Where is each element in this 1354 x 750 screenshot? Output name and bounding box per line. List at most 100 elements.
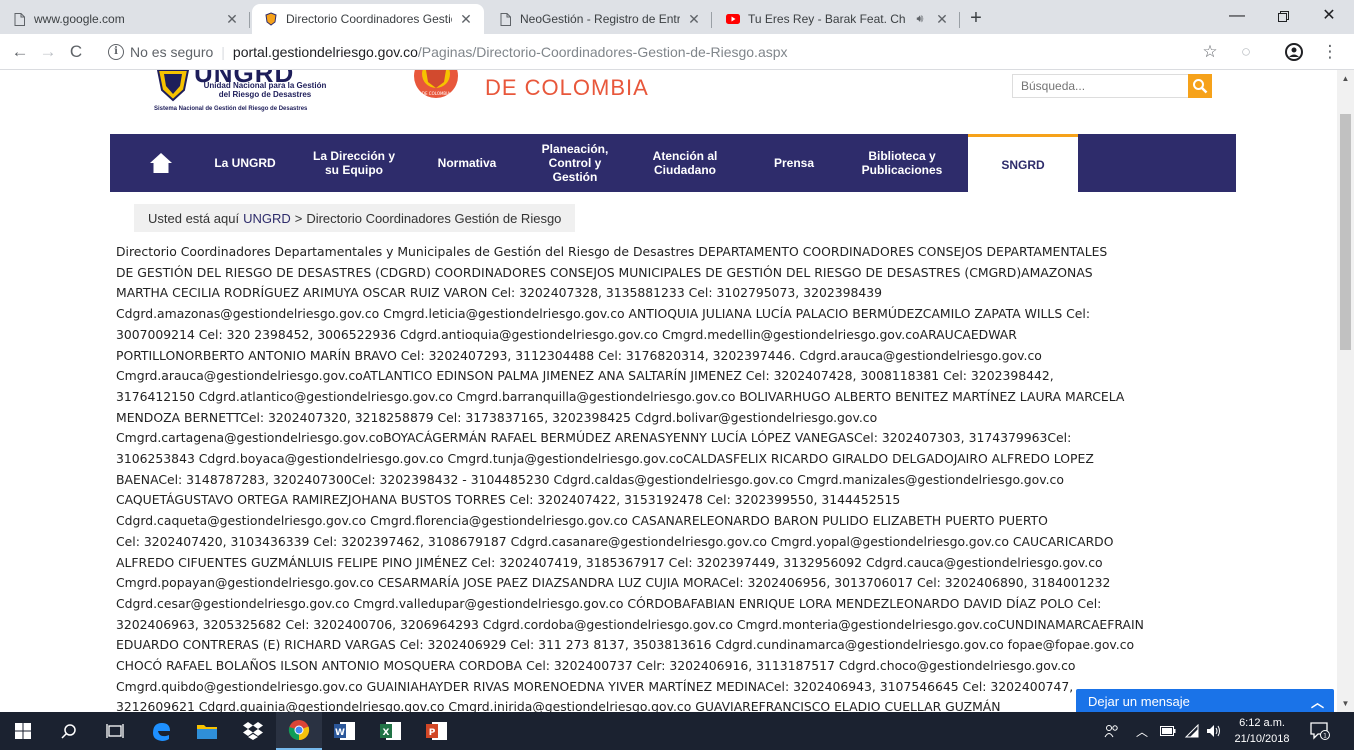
directory-text-line: CHOCÓ RAFAEL BOLAÑOS ILSON ANTONIO MOSQU…: [116, 658, 1076, 674]
search-input[interactable]: [1012, 74, 1188, 98]
browser-tab-bar: www.google.com ✕ Directorio Coordinadore…: [0, 0, 1354, 34]
search-button[interactable]: [1188, 74, 1212, 98]
directory-text-line: 3106253843 Cdgrd.boyaca@gestiondelriesgo…: [116, 451, 1094, 467]
tab-youtube[interactable]: Tu Eres Rey - Barak Feat. Chr 🔊︎ ✕: [714, 4, 960, 34]
new-tab-button[interactable]: +: [962, 4, 990, 32]
close-window-icon[interactable]: ✕: [1306, 0, 1352, 34]
chevron-up-icon[interactable]: ︿: [1311, 692, 1324, 711]
url-host: portal.gestiondelriesgo.gov.co: [232, 44, 418, 60]
nav-item-atencion[interactable]: Atención al Ciudadano: [650, 134, 720, 192]
minimize-icon[interactable]: —: [1214, 0, 1260, 34]
nav-item-la-ungrd[interactable]: La UNGRD: [206, 134, 284, 192]
close-tab-icon[interactable]: ✕: [686, 11, 702, 28]
gobierno-logo-text: DE COLOMBIA: [485, 75, 649, 100]
dropbox-icon[interactable]: [230, 712, 276, 750]
nav-item-direccion[interactable]: La Dirección y su Equipo: [310, 134, 398, 192]
close-tab-icon[interactable]: ✕: [458, 11, 474, 28]
svg-text:P: P: [429, 728, 436, 738]
url-path: /Paginas/Directorio-Coordinadores-Gestio…: [417, 44, 788, 60]
wifi-icon[interactable]: [1184, 712, 1200, 750]
scroll-up-icon[interactable]: ▲: [1337, 70, 1354, 87]
nav-item-sngrd[interactable]: SNGRD: [968, 134, 1078, 192]
address-bar[interactable]: i No es seguro | portal.gestiondelriesgo…: [108, 37, 1218, 67]
directory-text-line: Cmgrd.arauca@gestiondelriesgo.gov.coATLA…: [116, 368, 1054, 384]
close-tab-icon[interactable]: ✕: [934, 11, 950, 28]
page-scrollbar[interactable]: ▲ ▼: [1337, 70, 1354, 712]
site-search: [1012, 74, 1212, 98]
breadcrumb-prefix: Usted está aquí: [148, 210, 240, 226]
powerpoint-icon[interactable]: P: [414, 712, 460, 750]
browser-toolbar: ← → C i No es seguro | portal.gestiondel…: [0, 34, 1354, 70]
security-label: No es seguro: [130, 44, 214, 60]
back-icon[interactable]: ←: [8, 40, 32, 64]
directory-text-line: Cel: 3202407420, 3103436339 Cel: 3202397…: [116, 533, 1114, 549]
restore-icon[interactable]: [1260, 0, 1306, 34]
youtube-icon: [726, 12, 740, 26]
directory-text-line: Cmgrd.cartagena@gestiondelriesgo.gov.coB…: [116, 430, 1072, 446]
home-button[interactable]: [132, 134, 190, 192]
breadcrumb: Usted está aquí UNGRD > Directorio Coord…: [134, 204, 576, 232]
seal-text: DE COLOMBIA: [422, 91, 450, 96]
breadcrumb-link-ungrd[interactable]: UNGRD: [243, 211, 291, 226]
tab-directorio[interactable]: Directorio Coordinadores Gestión ✕: [252, 4, 484, 34]
page-viewport: UNGRD Unidad Nacional para la Gestión del…: [0, 70, 1337, 712]
ungrd-emblem: [156, 70, 190, 102]
directory-text-line: Directorio Coordinadores Departamentales…: [116, 244, 1108, 259]
close-tab-icon[interactable]: ✕: [224, 11, 240, 28]
ungrd-logo[interactable]: UNGRD Unidad Nacional para la Gestión del…: [154, 70, 334, 118]
svg-text:W: W: [335, 728, 345, 738]
show-hidden-icons[interactable]: ︿: [1136, 712, 1148, 750]
system-clock[interactable]: 6:12 a.m. 21/10/2018: [1232, 715, 1292, 747]
directory-text-line: Cdgrd.caqueta@gestiondelriesgo.gov.co Cm…: [116, 513, 1048, 529]
directory-text-line: Cdgrd.cesar@gestiondelriesgo.gov.co Cmgr…: [116, 595, 1102, 611]
edge-icon[interactable]: [138, 712, 184, 750]
tab-title: NeoGestión - Registro de Entrad: [520, 12, 680, 26]
volume-icon[interactable]: [1206, 712, 1222, 750]
audio-icon[interactable]: 🔊︎: [912, 13, 928, 26]
forward-icon[interactable]: →: [36, 40, 60, 64]
word-icon[interactable]: W: [322, 712, 368, 750]
chrome-icon[interactable]: [276, 712, 322, 750]
nav-item-biblioteca[interactable]: Biblioteca y Publicaciones: [862, 134, 943, 192]
windows-start-icon[interactable]: [0, 712, 46, 750]
extension-icon[interactable]: ○: [1234, 40, 1258, 64]
ungrd-logo-line3: Sistema Nacional de Gestión del Riesgo d…: [154, 106, 308, 112]
tab-google[interactable]: www.google.com ✕: [0, 4, 250, 34]
info-icon[interactable]: i: [108, 44, 124, 60]
task-view-icon[interactable]: [92, 712, 138, 750]
directory-text-line: 3007009214 Cel: 320 2398452, 3006522936 …: [116, 326, 1017, 342]
directory-text-line: BAENACel: 3148787283, 3202407300Cel: 320…: [116, 471, 1064, 487]
nav-item-prensa[interactable]: Prensa: [762, 134, 826, 192]
tab-neogestion[interactable]: NeoGestión - Registro de Entrad ✕: [486, 4, 712, 34]
menu-icon[interactable]: ⋮: [1318, 40, 1342, 64]
excel-icon[interactable]: X: [368, 712, 414, 750]
directory-text-line: CAQUETÁGUSTAVO ORTEGA RAMIREZJOHANA BUST…: [116, 492, 901, 508]
scrollbar-thumb[interactable]: [1340, 114, 1351, 350]
tab-title: Tu Eres Rey - Barak Feat. Chr: [748, 12, 906, 26]
nav-item-normativa[interactable]: Normativa: [430, 134, 504, 192]
file-explorer-icon[interactable]: [184, 712, 230, 750]
clock-date: 21/10/2018: [1234, 733, 1290, 745]
page-icon: [498, 12, 512, 26]
directory-text-line: MARTHA CECILIA RODRÍGUEZ ARIMUYA OSCAR R…: [116, 285, 883, 301]
search-icon[interactable]: [46, 712, 92, 750]
reload-icon[interactable]: C: [64, 40, 88, 64]
action-center-icon[interactable]: 1: [1310, 712, 1330, 750]
directory-text-line: MENDOZA BERNETTCel: 3202407320, 32182588…: [116, 409, 878, 425]
people-icon[interactable]: [1104, 712, 1120, 750]
main-nav: La UNGRD La Dirección y su Equipo Normat…: [110, 134, 1236, 192]
account-icon[interactable]: [1282, 40, 1306, 64]
battery-icon[interactable]: [1160, 712, 1176, 750]
home-icon: [150, 153, 172, 173]
ungrd-logo-line2: del Riesgo de Desastres: [218, 90, 312, 99]
nav-item-planeacion[interactable]: Planeación, Control y Gestión: [540, 134, 610, 192]
directory-text-line: 3202406963, 3205325682 Cel: 3202400706, …: [116, 616, 1144, 632]
tab-title: www.google.com: [34, 12, 125, 26]
ungrd-icon: [264, 12, 278, 26]
ungrd-logo-line1: Unidad Nacional para la Gestión: [203, 81, 327, 90]
directory-text-line: DE GESTIÓN DEL RIESGO DE DESASTRES (CDGR…: [116, 264, 1093, 280]
scroll-down-icon[interactable]: ▼: [1337, 695, 1354, 712]
bookmark-star-icon[interactable]: ☆: [1198, 40, 1222, 64]
chat-widget[interactable]: Dejar un mensaje ︿: [1076, 689, 1334, 712]
page-icon: [12, 12, 26, 26]
